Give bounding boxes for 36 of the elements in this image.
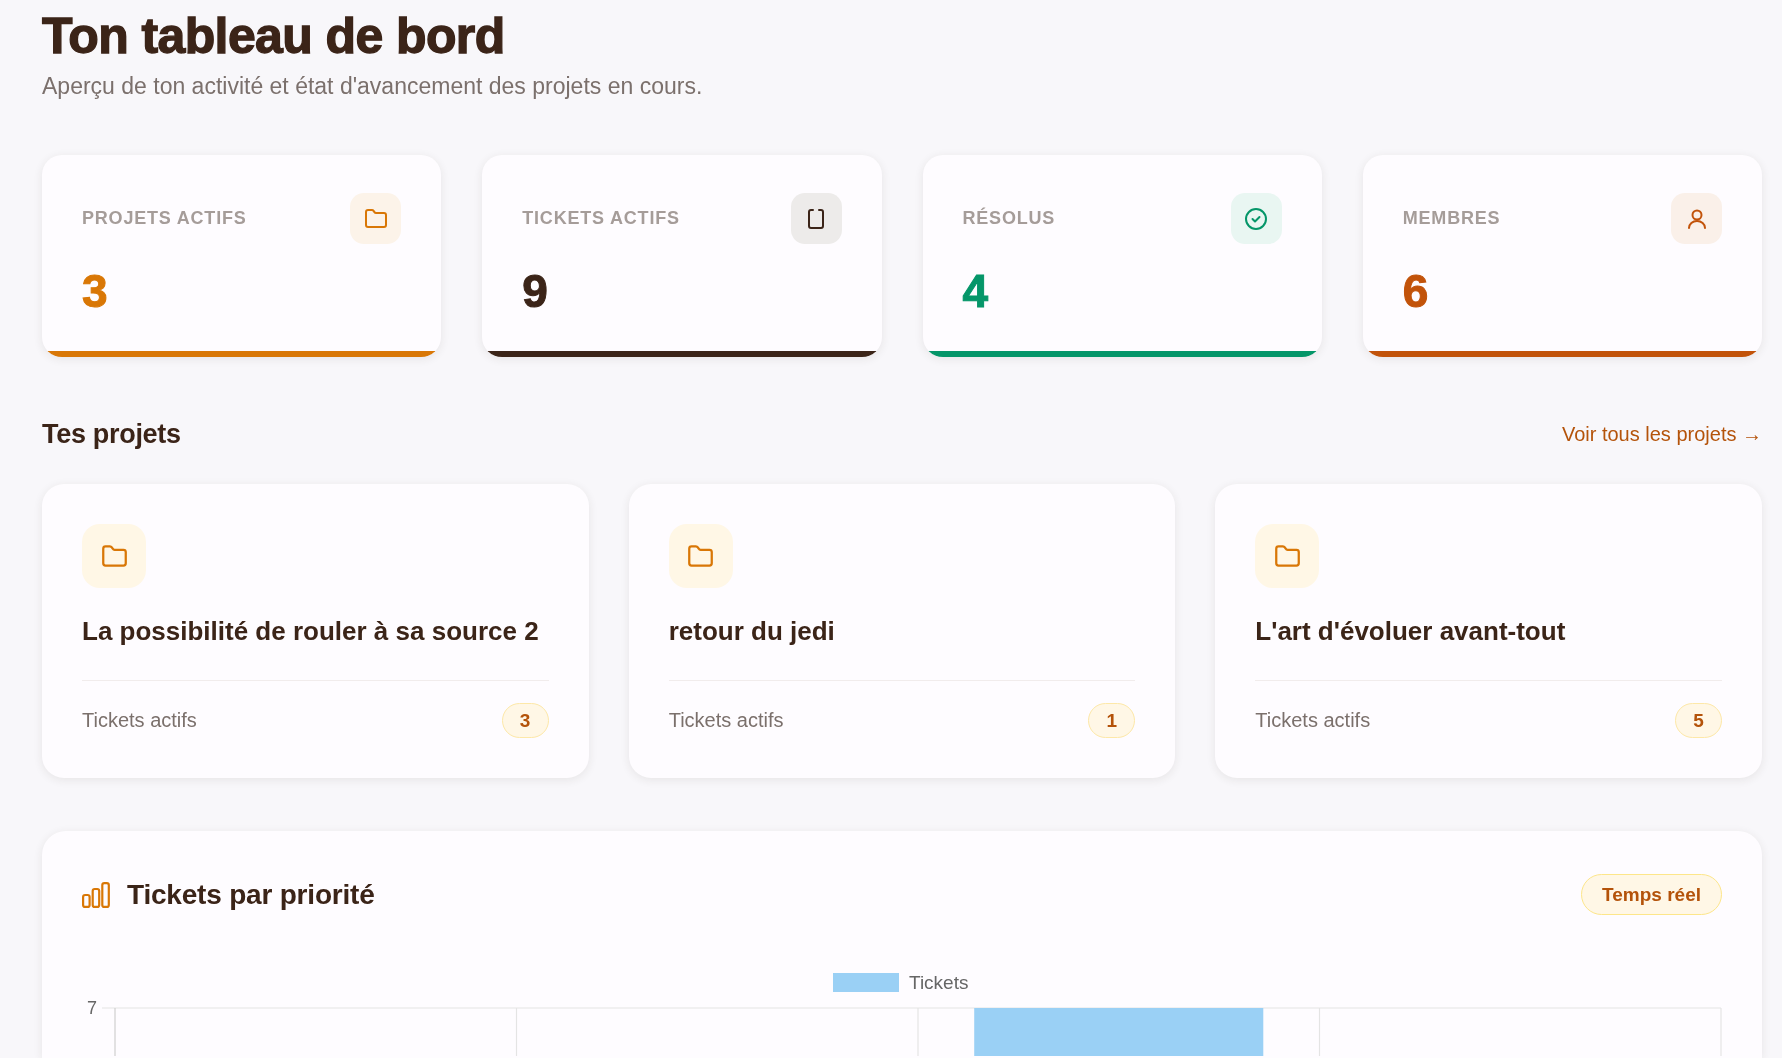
project-name: L'art d'évoluer avant-tout bbox=[1255, 616, 1567, 646]
stat-label: RÉSOLUS bbox=[962, 208, 1056, 229]
stat-value: 3 bbox=[82, 266, 109, 316]
realtime-badge: Temps réel bbox=[1581, 874, 1722, 915]
folder-icon bbox=[668, 524, 733, 588]
tickets-label: Tickets actifs bbox=[668, 709, 784, 732]
project-name: retour du jedi bbox=[668, 616, 836, 646]
stat-label: PROJETS ACTIFS bbox=[82, 208, 247, 229]
legend-swatch-icon bbox=[833, 973, 899, 992]
legend-label: Tickets bbox=[909, 972, 969, 993]
ticket-count-badge: 1 bbox=[1088, 703, 1136, 738]
folder-icon bbox=[82, 524, 146, 588]
stat-label: MEMBRES bbox=[1402, 208, 1501, 229]
ticket-count-badge: 3 bbox=[501, 703, 549, 738]
tickets-label: Tickets actifs bbox=[1255, 709, 1371, 732]
project-card[interactable]: L'art d'évoluer avant-tout Tickets actifs 5 bbox=[1215, 484, 1762, 778]
stat-value: 9 bbox=[522, 266, 549, 316]
section-title: Tes projets bbox=[42, 418, 181, 450]
stat-label: TICKETS ACTIFS bbox=[522, 208, 680, 229]
stat-value: 4 bbox=[962, 266, 990, 316]
clipboard-icon bbox=[790, 193, 842, 244]
axis-tick-label: 7 bbox=[87, 998, 97, 1018]
ticket-count-badge: 5 bbox=[1675, 703, 1722, 738]
project-name: La possibilité de rouler à sa source 2 bbox=[82, 616, 540, 646]
folder-icon bbox=[350, 193, 402, 244]
user-icon bbox=[1671, 193, 1722, 244]
bar-chart-icon bbox=[82, 881, 110, 908]
stat-value: 6 bbox=[1402, 266, 1430, 316]
tickets-label: Tickets actifs bbox=[82, 709, 197, 732]
page-title: Ton tableau de bord bbox=[42, 8, 506, 64]
chart-title: Tickets par priorité bbox=[127, 878, 375, 911]
page-subtitle: Aperçu de ton activité et état d'avancement des projets en cours. bbox=[42, 72, 704, 101]
project-card[interactable]: La possibilité de rouler à sa source 2 Tickets actifs 3 bbox=[42, 484, 589, 778]
folder-icon bbox=[1255, 524, 1320, 588]
view-all-projects-link[interactable]: Voir tous les projets → bbox=[1561, 422, 1762, 446]
project-card[interactable]: retour du jedi Tickets actifs 1 bbox=[628, 484, 1176, 778]
